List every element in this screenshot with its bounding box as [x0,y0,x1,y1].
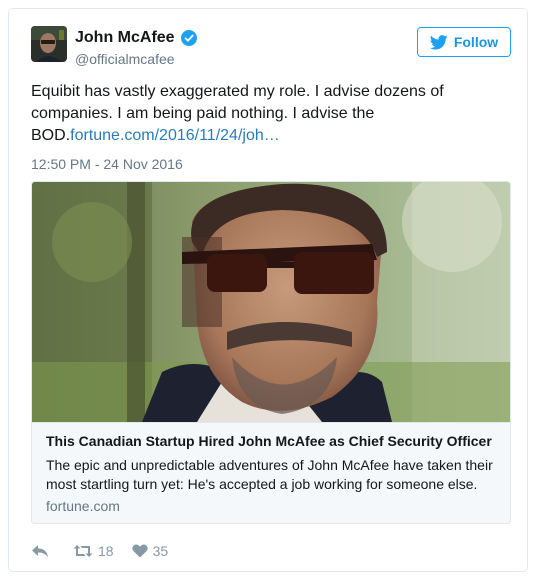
user-handle[interactable]: @officialmcafee [75,51,175,67]
like-button[interactable]: 35 [131,543,169,559]
retweet-button[interactable]: 18 [73,543,114,559]
follow-button[interactable]: Follow [417,27,511,57]
verified-badge-icon [181,30,197,46]
tweet-actions: 18 35 [31,541,168,561]
card-domain[interactable]: fortune.com [46,498,120,514]
tweet-card: John McAfee @officialmcafee Follow Equib… [8,8,528,572]
retweet-icon [73,545,93,557]
timestamp[interactable]: 12:50 PM - 24 Nov 2016 [31,156,183,172]
twitter-bird-icon [429,34,448,50]
card-title[interactable]: This Canadian Startup Hired John McAfee … [46,433,506,449]
card-image [32,182,510,422]
reply-icon [32,545,48,557]
display-name[interactable]: John McAfee [75,29,175,47]
follow-label: Follow [453,34,499,50]
reply-button[interactable] [31,544,49,558]
heart-icon [131,544,148,558]
link-card[interactable]: This Canadian Startup Hired John McAfee … [31,181,511,524]
tweet-link[interactable]: fortune.com/2016/11/24/joh… [70,127,280,144]
card-body: This Canadian Startup Hired John McAfee … [32,422,510,523]
avatar[interactable] [31,26,67,62]
retweet-count: 18 [98,543,114,559]
like-count: 35 [152,543,169,559]
tweet-text: Equibit has vastly exaggerated my role. … [31,81,501,147]
card-description: The epic and unpredictable adventures of… [46,457,493,492]
